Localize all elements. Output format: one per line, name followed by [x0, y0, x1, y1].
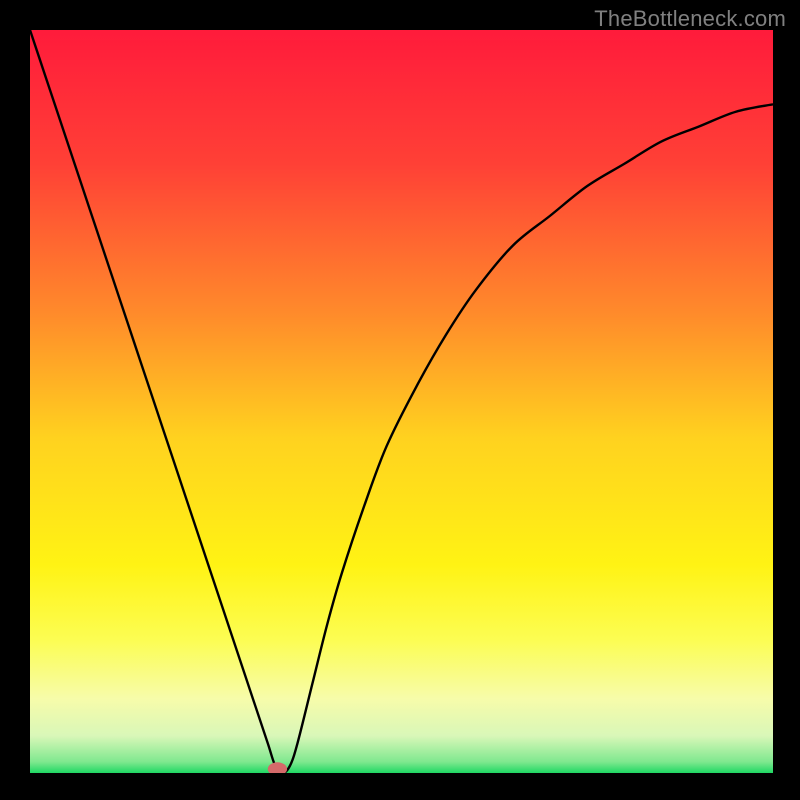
plot-area	[30, 30, 773, 773]
bottleneck-chart	[30, 30, 773, 773]
chart-frame: TheBottleneck.com	[0, 0, 800, 800]
watermark-text: TheBottleneck.com	[594, 6, 786, 32]
